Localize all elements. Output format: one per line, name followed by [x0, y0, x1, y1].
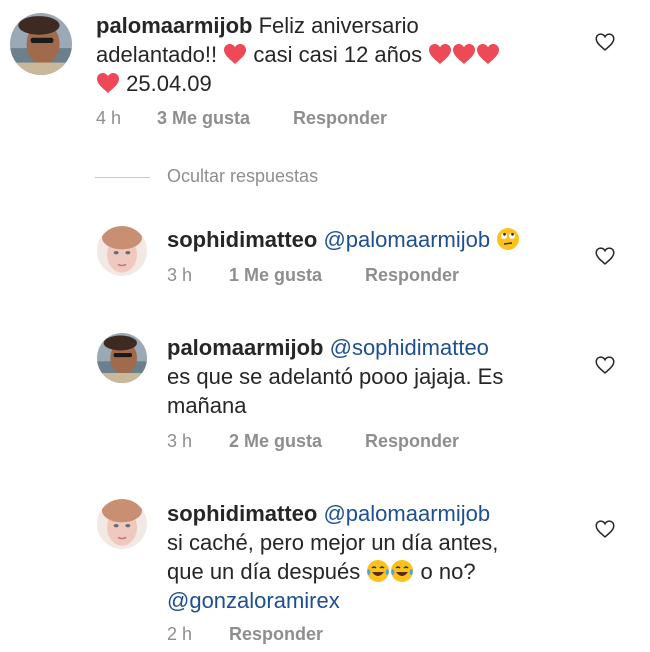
avatar-sophidimatteo[interactable]	[97, 226, 147, 276]
avatar-palomaarmijob[interactable]	[10, 13, 72, 75]
timestamp: 3 h	[167, 265, 193, 285]
mention-link[interactable]: @palomaarmijob	[323, 501, 490, 526]
reply-username[interactable]: sophidimatteo	[167, 501, 317, 526]
avatar-sophidimatteo[interactable]	[97, 499, 147, 549]
red-heart-emoji	[428, 43, 452, 65]
red-heart-emoji	[96, 72, 120, 94]
reply-meta: 2 h Responder	[167, 624, 323, 645]
timestamp: 2 h	[167, 624, 193, 644]
reply-username[interactable]: sophidimatteo	[167, 227, 317, 252]
reply-button[interactable]: Responder	[229, 624, 323, 645]
like-heart-icon[interactable]	[595, 355, 615, 375]
replies-divider	[95, 177, 150, 178]
like-heart-icon[interactable]	[595, 246, 615, 266]
tears-of-joy-emoji	[390, 559, 414, 583]
profile-photo	[10, 13, 72, 75]
comment-username[interactable]: palomaarmijob	[96, 13, 252, 38]
profile-photo	[97, 499, 147, 549]
avatar-palomaarmijob[interactable]	[97, 333, 147, 383]
reply-button[interactable]: Responder	[365, 431, 459, 452]
likes-count[interactable]: 2 Me gusta	[229, 431, 365, 452]
reply-button[interactable]: Responder	[365, 265, 459, 286]
reply-username[interactable]: palomaarmijob	[167, 335, 323, 360]
main-comment-text: palomaarmijob Feliz aniversario adelanta…	[96, 11, 576, 98]
like-heart-icon[interactable]	[595, 32, 615, 52]
timestamp: 4 h	[96, 108, 122, 128]
reply-meta: 3 h 1 Me gusta Responder	[167, 265, 459, 286]
hide-replies-button[interactable]: Ocultar respuestas	[167, 166, 318, 187]
like-heart-icon[interactable]	[595, 519, 615, 539]
reply-text: sophidimatteo @palomaarmijob si caché, p…	[167, 501, 499, 613]
comment-meta: 4 h 3 Me gusta Responder	[96, 108, 387, 129]
mention-link[interactable]: @sophidimatteo	[330, 335, 489, 360]
tears-of-joy-emoji	[366, 559, 390, 583]
mention-link[interactable]: @gonzaloramirex	[167, 588, 340, 613]
likes-count[interactable]: 1 Me gusta	[229, 265, 365, 286]
eye-roll-emoji	[496, 227, 520, 251]
mention-link[interactable]: @palomaarmijob	[323, 227, 490, 252]
likes-count[interactable]: 3 Me gusta	[157, 108, 293, 129]
profile-photo	[97, 226, 147, 276]
red-heart-emoji	[223, 43, 247, 65]
profile-photo	[97, 333, 147, 383]
reply-button[interactable]: Responder	[293, 108, 387, 129]
red-heart-emoji	[476, 43, 500, 65]
reply-text: sophidimatteo @palomaarmijob	[167, 225, 587, 254]
reply-meta: 3 h 2 Me gusta Responder	[167, 431, 459, 452]
timestamp: 3 h	[167, 431, 193, 451]
red-heart-emoji	[452, 43, 476, 65]
reply-text: palomaarmijob @sophidimatteo es que se a…	[167, 335, 504, 418]
